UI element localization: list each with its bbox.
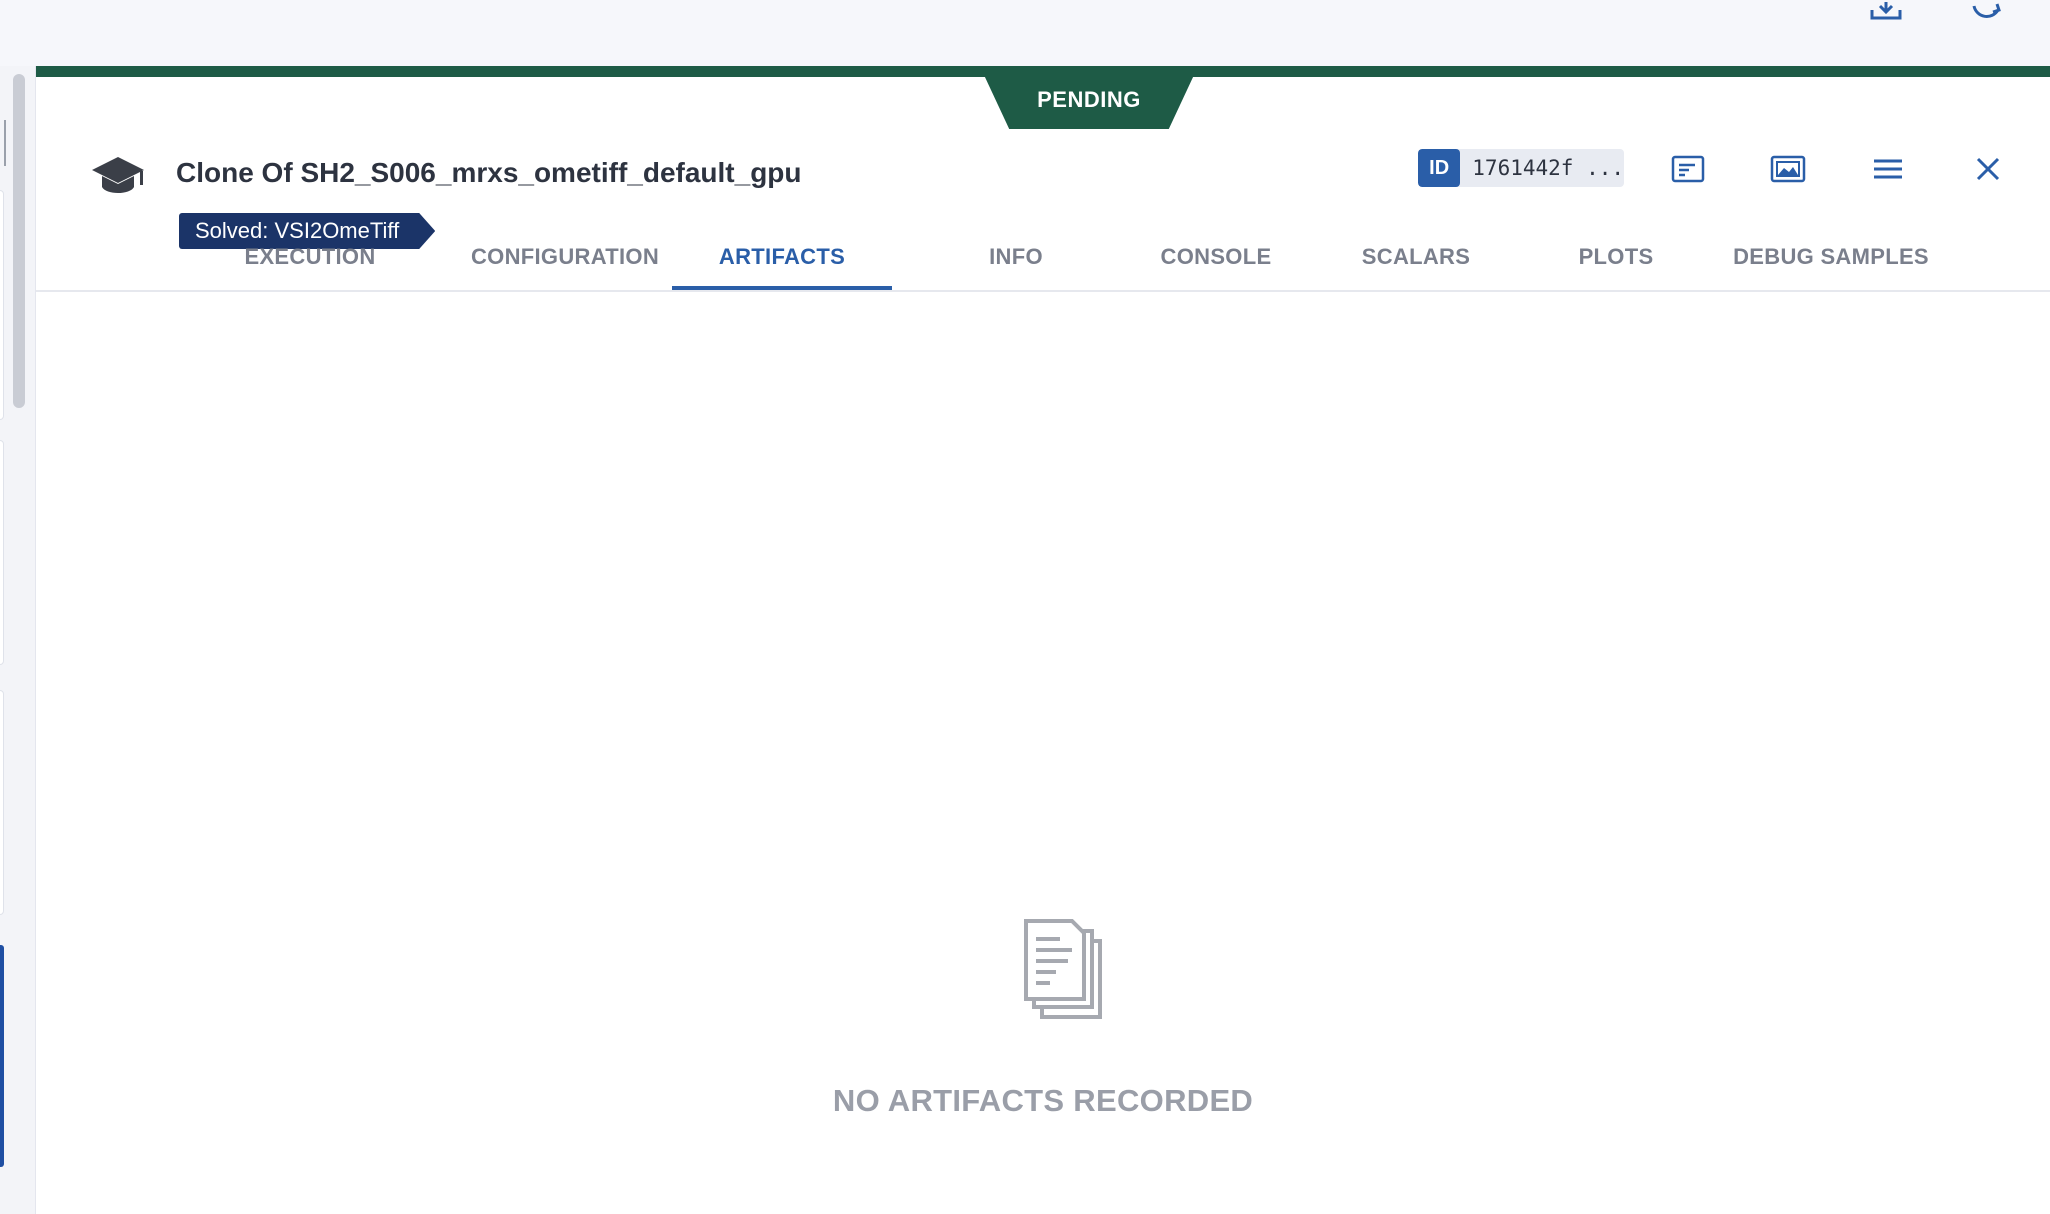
active-tab-indicator xyxy=(672,286,892,290)
empty-state-message: NO ARTIFACTS RECORDED xyxy=(832,1083,1254,1118)
id-value: 1761442f ... xyxy=(1472,156,1624,180)
tab-execution[interactable]: EXECUTION xyxy=(210,223,410,290)
status-badge: PENDING xyxy=(984,75,1194,129)
id-label: ID xyxy=(1418,149,1461,187)
task-details-panel: PENDING Clone Of SH2_S006_mrxs_ometiff_d… xyxy=(36,66,2050,1214)
console-icon[interactable] xyxy=(1666,147,1710,191)
tab-plots[interactable]: PLOTS xyxy=(1526,223,1706,290)
close-icon[interactable] xyxy=(1966,147,2010,191)
tab-debug-samples[interactable]: DEBUG SAMPLES xyxy=(1706,223,1956,290)
tab-artifacts[interactable]: ARTIFACTS xyxy=(672,223,892,290)
tab-console[interactable]: CONSOLE xyxy=(1116,223,1316,290)
image-icon[interactable] xyxy=(1766,147,1810,191)
task-type-icon xyxy=(88,153,148,203)
sidebar-card[interactable] xyxy=(0,690,4,915)
tab-bar: EXECUTION CONFIGURATION ARTIFACTS INFO C… xyxy=(36,223,2050,292)
documents-icon xyxy=(1006,913,1116,1033)
sidebar-card[interactable] xyxy=(0,190,4,420)
sidebar-divider xyxy=(0,120,6,166)
sidebar-active-item[interactable] xyxy=(0,945,4,1167)
menu-icon[interactable] xyxy=(1866,147,1910,191)
download-icon[interactable] xyxy=(1866,0,1906,22)
top-bar xyxy=(0,0,2050,66)
tab-info[interactable]: INFO xyxy=(936,223,1096,290)
task-title: Clone Of SH2_S006_mrxs_ometiff_default_g… xyxy=(176,157,802,188)
tab-scalars[interactable]: SCALARS xyxy=(1316,223,1516,290)
task-id-box[interactable]: ID 1761442f ... xyxy=(1418,149,1624,187)
sidebar-scrollbar[interactable] xyxy=(13,74,25,408)
tab-configuration[interactable]: CONFIGURATION xyxy=(440,223,690,290)
sidebar-card[interactable] xyxy=(0,440,4,665)
refresh-icon[interactable] xyxy=(1966,0,2006,22)
